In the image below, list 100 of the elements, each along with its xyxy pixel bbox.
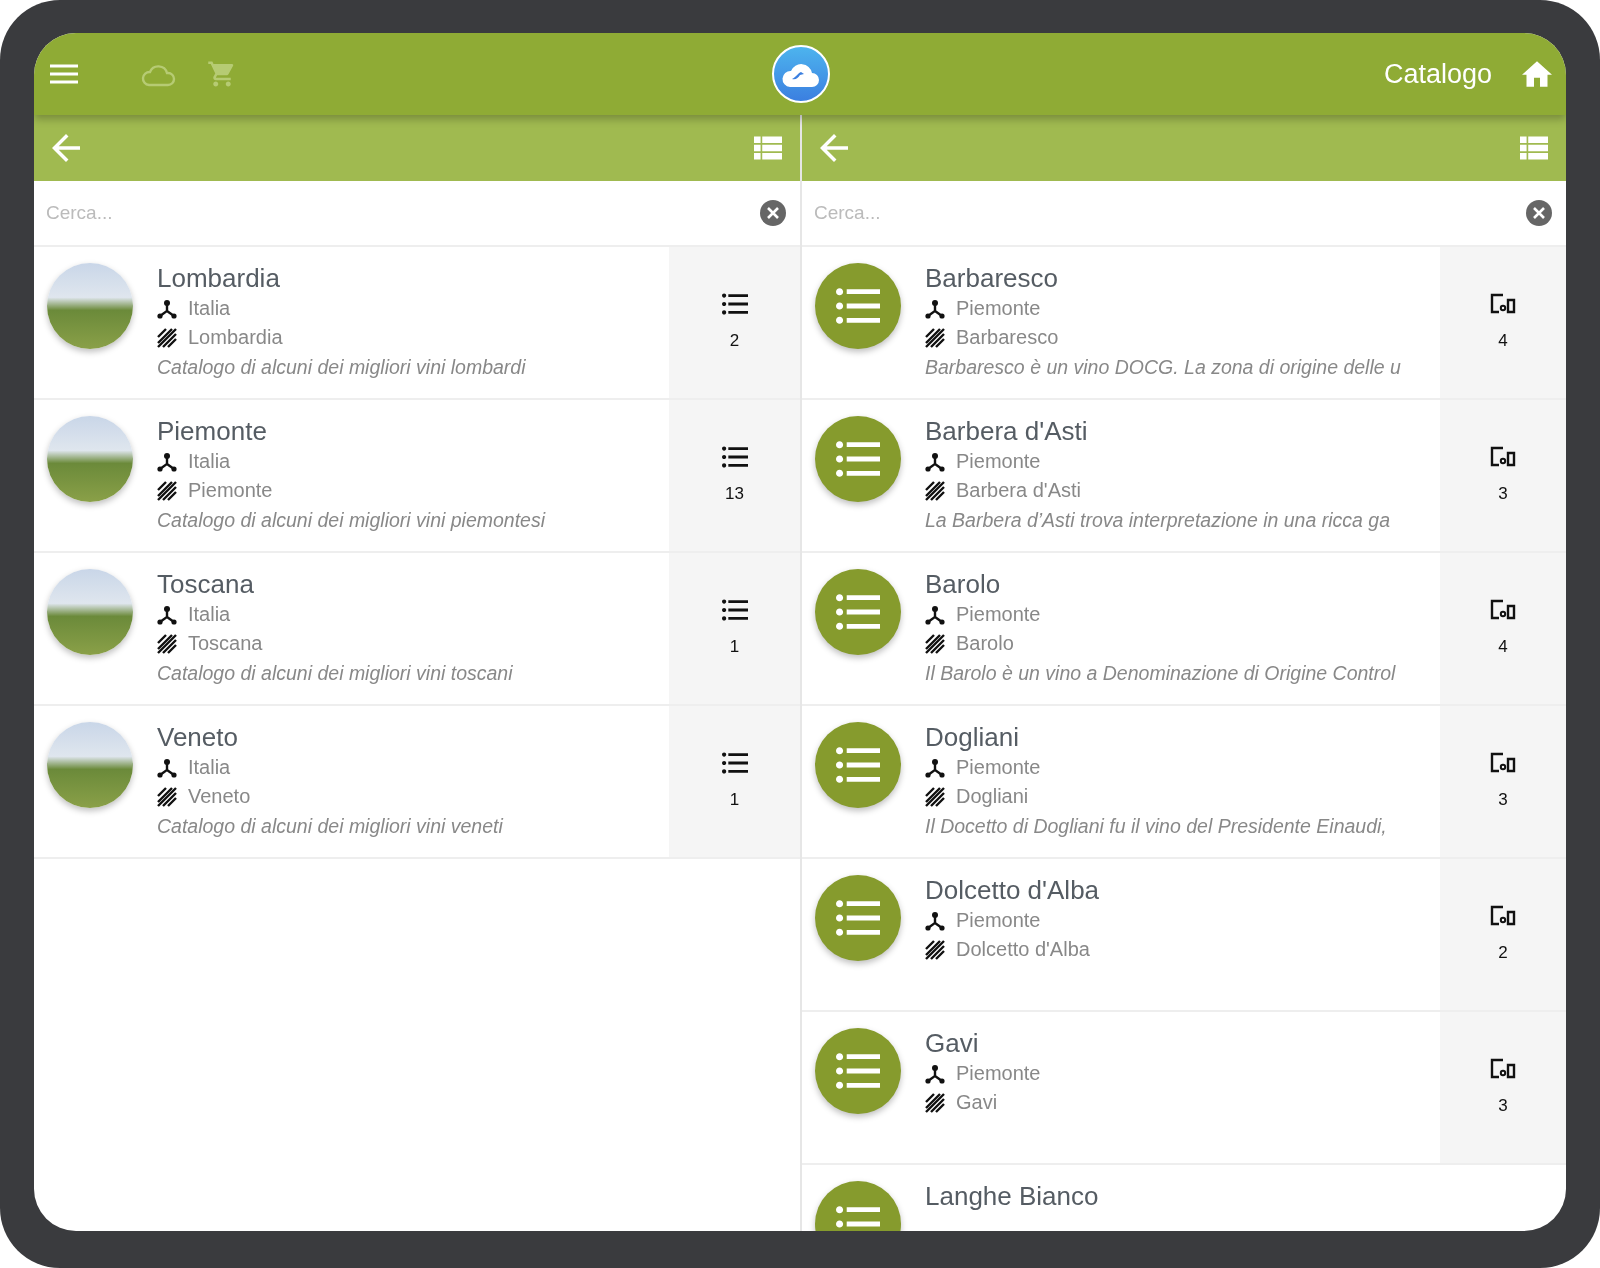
area-label: Barbaresco [956, 325, 1059, 350]
view-list-icon[interactable] [1520, 136, 1548, 160]
search-field[interactable]: Cerca... [814, 202, 1526, 224]
parent-label: Italia [188, 449, 231, 474]
item-title: Gavi [925, 1027, 980, 1059]
parent-label: Italia [188, 755, 231, 780]
item-title: Dogliani [925, 721, 1020, 753]
node-icon [157, 298, 177, 319]
devices-icon [1489, 1057, 1517, 1080]
area-label: Dogliani [956, 784, 1029, 809]
hatch-icon [157, 480, 177, 501]
clear-icon[interactable] [1526, 200, 1552, 226]
item-title: Piemonte [157, 415, 268, 447]
parent-label: Piemonte [956, 602, 1041, 627]
page-title: Catalogo [1383, 58, 1492, 90]
item-title: Lombardia [157, 262, 281, 294]
list-icon [721, 751, 748, 774]
devices-icon [1489, 292, 1517, 315]
hatch-icon [157, 633, 177, 654]
item-description: Catalogo di alcuni dei migliori vini toscani [157, 661, 514, 686]
node-icon [925, 451, 945, 472]
count-panel[interactable]: 2 [669, 247, 800, 398]
node-icon [925, 910, 945, 931]
hatch-icon [925, 480, 945, 501]
home-icon[interactable] [1522, 60, 1552, 88]
item-description: La Barbera d’Asti trova interpretazione in una ricca ga [925, 508, 1391, 533]
count-panel[interactable]: 3 [1440, 706, 1566, 857]
item-description: Il Barolo è un vino a Denominazione di Origine Control [925, 661, 1397, 686]
item-count: 2 [729, 330, 740, 351]
item-count: 1 [729, 789, 740, 810]
back-arrow-icon[interactable] [820, 134, 848, 162]
area-label: Barbera d'Asti [956, 478, 1081, 503]
node-icon [157, 604, 177, 625]
item-title: Barolo [925, 568, 1002, 600]
item-count: 3 [1498, 1095, 1508, 1116]
hatch-icon [925, 327, 945, 348]
item-count: 4 [1498, 330, 1508, 351]
count-panel[interactable]: 2 [1440, 859, 1566, 1010]
clear-icon[interactable] [760, 200, 786, 226]
area-label: Dolcetto d'Alba [956, 937, 1090, 962]
count-panel[interactable]: 13 [669, 400, 800, 551]
parent-label: Piemonte [956, 755, 1041, 780]
item-title: Dolcetto d'Alba [925, 874, 1101, 906]
count-panel[interactable]: 1 [669, 706, 800, 857]
hatch-icon [925, 786, 945, 807]
count-panel[interactable]: 3 [1440, 1012, 1566, 1163]
item-count: 1 [729, 636, 740, 657]
hatch-icon [157, 786, 177, 807]
node-icon [925, 1063, 945, 1084]
item-count: 13 [725, 483, 744, 504]
parent-label: Piemonte [956, 908, 1041, 933]
devices-icon [1489, 598, 1517, 621]
parent-label: Italia [188, 602, 231, 627]
node-icon [157, 451, 177, 472]
count-panel[interactable]: 1 [669, 553, 800, 704]
count-panel[interactable]: 4 [1440, 247, 1566, 398]
item-description: Il Docetto di Dogliani fu il vino del Presidente Einaudi, [925, 814, 1388, 839]
app-logo[interactable] [772, 45, 830, 103]
back-arrow-icon[interactable] [52, 134, 80, 162]
list-icon [721, 445, 748, 468]
area-label: Veneto [188, 784, 251, 809]
item-count: 2 [1498, 942, 1508, 963]
devices-icon [1489, 904, 1517, 927]
count-panel[interactable]: 4 [1440, 553, 1566, 704]
item-count: 4 [1498, 636, 1508, 657]
area-label: Toscana [188, 631, 263, 656]
item-count: 3 [1498, 483, 1508, 504]
item-title: Veneto [157, 721, 239, 753]
area-label: Gavi [956, 1090, 998, 1115]
hatch-icon [925, 633, 945, 654]
parent-label: Piemonte [956, 449, 1041, 474]
menu-icon[interactable] [50, 64, 78, 84]
node-icon [925, 757, 945, 778]
item-description: Catalogo di alcuni dei migliori vini lombardi [157, 355, 527, 380]
parent-label: Italia [188, 296, 231, 321]
node-icon [925, 604, 945, 625]
node-icon [925, 298, 945, 319]
devices-icon [1489, 445, 1517, 468]
node-icon [157, 757, 177, 778]
view-list-icon[interactable] [754, 136, 782, 160]
list-icon [721, 598, 748, 621]
item-description: Barbaresco è un vino DOCG. La zona di origine delle u [925, 355, 1402, 380]
item-title: Barbera d'Asti [925, 415, 1089, 447]
list-icon [721, 292, 748, 315]
search-field[interactable]: Cerca... [46, 202, 760, 224]
parent-label: Piemonte [956, 1061, 1041, 1086]
item-title: Langhe Bianco [925, 1180, 1100, 1212]
parent-label: Piemonte [956, 296, 1041, 321]
area-label: Piemonte [188, 478, 273, 503]
hatch-icon [157, 327, 177, 348]
item-title: Toscana [157, 568, 255, 600]
count-panel[interactable]: 3 [1440, 400, 1566, 551]
item-description: Catalogo di alcuni dei migliori vini veneti [157, 814, 505, 839]
area-label: Lombardia [188, 325, 283, 350]
devices-icon [1489, 751, 1517, 774]
item-title: Barbaresco [925, 262, 1059, 294]
item-description: Catalogo di alcuni dei migliori vini piemontesi [157, 508, 547, 533]
item-count: 3 [1498, 789, 1508, 810]
area-label: Barolo [956, 631, 1014, 656]
hatch-icon [925, 939, 945, 960]
